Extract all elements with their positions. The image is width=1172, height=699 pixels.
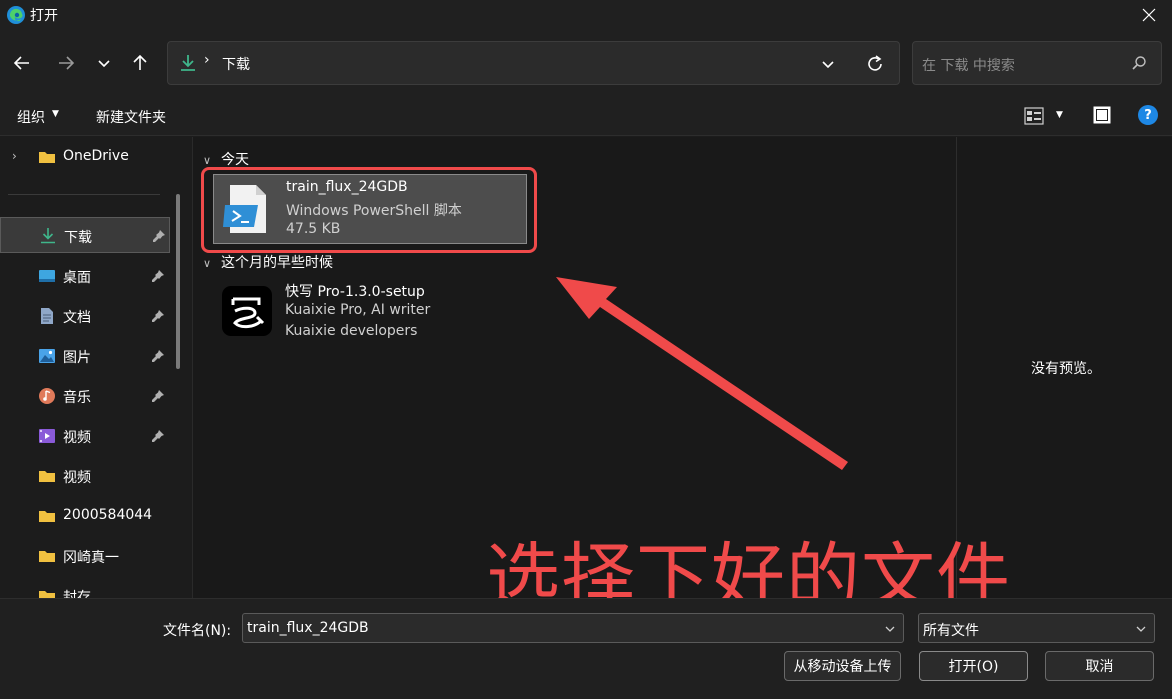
arrow-left-icon bbox=[13, 56, 29, 70]
pin-icon[interactable] bbox=[152, 229, 166, 243]
pin-icon[interactable] bbox=[151, 429, 165, 443]
file-type: Kuaixie Pro, AI writer bbox=[285, 302, 431, 318]
caret-down-icon: ▼ bbox=[52, 109, 59, 119]
chevron-down-icon[interactable] bbox=[818, 54, 838, 74]
sidebar-item-2000584044[interactable]: 2000584044 bbox=[0, 498, 170, 534]
sidebar-item-desktop[interactable]: 桌面 bbox=[0, 258, 170, 294]
breadcrumb-location[interactable]: 下载 bbox=[222, 54, 250, 74]
chevron-down-icon: ∨ bbox=[203, 154, 212, 167]
search-icon bbox=[1132, 56, 1146, 70]
filename-value: train_flux_24GDB bbox=[247, 620, 369, 636]
question-mark-icon: ? bbox=[1144, 107, 1152, 123]
view-layout-icon[interactable] bbox=[1024, 106, 1044, 126]
navigation-pane: › OneDrive 下载 桌面 文档 图片 音乐 视频 视频 20005840… bbox=[0, 137, 190, 598]
filetype-select[interactable]: 所有文件 bbox=[918, 613, 1155, 643]
download-icon bbox=[181, 55, 195, 71]
sidebar-item-archive[interactable]: 封存 bbox=[0, 578, 170, 598]
no-preview-text: 没有预览。 bbox=[1031, 361, 1101, 377]
file-publisher: Kuaixie developers bbox=[285, 323, 418, 339]
cancel-button[interactable]: 取消 bbox=[1045, 651, 1154, 681]
highlight-box bbox=[201, 167, 537, 253]
search-input[interactable]: 在 下载 中搜索 bbox=[912, 41, 1162, 85]
breadcrumb-separator-icon: › bbox=[204, 52, 210, 68]
kuaixie-app-icon bbox=[222, 286, 272, 336]
back-button[interactable] bbox=[8, 49, 36, 77]
filename-label: 文件名(N): bbox=[163, 623, 232, 639]
address-bar[interactable]: › 下载 bbox=[167, 41, 900, 85]
sidebar-item-onedrive[interactable]: › OneDrive bbox=[0, 139, 170, 175]
pin-icon[interactable] bbox=[151, 389, 165, 403]
sidebar-scrollbar[interactable] bbox=[176, 194, 180, 369]
chevron-down-icon: ∨ bbox=[203, 257, 212, 270]
sidebar-item-label: 冈崎真一 bbox=[63, 550, 119, 566]
annotation-arrow-icon bbox=[556, 277, 848, 470]
forward-button[interactable] bbox=[52, 49, 80, 77]
title-bar: 打开 bbox=[0, 0, 1172, 30]
caret-down-icon[interactable]: ▼ bbox=[1056, 110, 1063, 120]
arrow-right-icon bbox=[59, 56, 75, 70]
sidebar-item-videos-folder[interactable]: 视频 bbox=[0, 458, 170, 494]
sidebar-item-label: 桌面 bbox=[63, 270, 91, 286]
sidebar-item-label: 视频 bbox=[63, 470, 91, 486]
file-item-kuaixie-setup[interactable]: 快写 Pro-1.3.0-setup Kuaixie Pro, AI write… bbox=[213, 277, 527, 347]
sidebar-divider bbox=[8, 194, 160, 195]
group-header-earlier-this-month[interactable]: ∨ 这个月的早些时候 bbox=[203, 252, 333, 272]
folder-icon bbox=[39, 511, 55, 522]
chevron-down-icon bbox=[1136, 626, 1146, 632]
close-button[interactable] bbox=[1126, 0, 1172, 30]
sidebar-item-label: OneDrive bbox=[63, 148, 129, 164]
video-icon bbox=[39, 429, 55, 443]
upload-from-mobile-button[interactable]: 从移动设备上传 bbox=[784, 651, 901, 681]
chevron-down-icon[interactable] bbox=[883, 622, 897, 636]
sidebar-item-label: 图片 bbox=[63, 350, 91, 366]
window-title: 打开 bbox=[30, 8, 58, 24]
sidebar-item-documents[interactable]: 文档 bbox=[0, 298, 170, 334]
folder-icon bbox=[39, 152, 55, 163]
command-toolbar: 组织 ▼ 新建文件夹 ▼ ? bbox=[0, 98, 1172, 136]
recent-locations-button[interactable] bbox=[90, 49, 118, 77]
navigation-bar: › 下载 在 下载 中搜索 bbox=[0, 30, 1172, 98]
folder-icon bbox=[39, 551, 55, 562]
search-placeholder: 在 下载 中搜索 bbox=[922, 58, 1015, 74]
sidebar-item-label: 2000584044 bbox=[63, 507, 153, 523]
up-button[interactable] bbox=[126, 49, 154, 77]
music-icon bbox=[39, 388, 55, 404]
pin-icon[interactable] bbox=[151, 269, 165, 283]
sidebar-item-okazaki[interactable]: 冈崎真一 bbox=[0, 538, 170, 574]
sidebar-item-pictures[interactable]: 图片 bbox=[0, 338, 170, 374]
edge-browser-icon bbox=[7, 6, 25, 24]
sidebar-item-label: 封存 bbox=[63, 590, 91, 598]
filetype-value: 所有文件 bbox=[923, 623, 979, 639]
preview-pane-icon[interactable] bbox=[1092, 105, 1112, 125]
group-header-today[interactable]: ∨ 今天 bbox=[203, 149, 249, 169]
new-folder-button[interactable]: 新建文件夹 bbox=[96, 107, 166, 127]
sidebar-item-videos[interactable]: 视频 bbox=[0, 418, 170, 454]
desktop-icon bbox=[39, 270, 55, 282]
arrow-up-icon bbox=[133, 54, 147, 70]
folder-icon bbox=[39, 591, 55, 598]
file-name: 快写 Pro-1.3.0-setup bbox=[285, 284, 425, 300]
sidebar-item-label: 视频 bbox=[63, 430, 91, 446]
filename-input[interactable]: train_flux_24GDB bbox=[242, 613, 904, 643]
help-button[interactable]: ? bbox=[1138, 105, 1158, 125]
pin-icon[interactable] bbox=[151, 349, 165, 363]
sidebar-item-label: 文档 bbox=[63, 310, 91, 326]
pin-icon[interactable] bbox=[151, 309, 165, 323]
folder-icon bbox=[39, 471, 55, 482]
sidebar-item-label: 音乐 bbox=[63, 390, 91, 406]
sidebar-item-downloads[interactable]: 下载 bbox=[0, 217, 170, 253]
pictures-icon bbox=[39, 349, 55, 363]
open-button[interactable]: 打开(O) bbox=[919, 651, 1028, 681]
close-icon bbox=[1142, 8, 1156, 22]
download-icon bbox=[41, 228, 55, 244]
chevron-right-icon[interactable]: › bbox=[12, 149, 17, 163]
sidebar-item-label: 下载 bbox=[64, 230, 92, 246]
refresh-icon[interactable] bbox=[864, 53, 886, 75]
sidebar-item-music[interactable]: 音乐 bbox=[0, 378, 170, 414]
bottom-bar: 文件名(N): train_flux_24GDB 所有文件 从移动设备上传 打开… bbox=[0, 598, 1172, 699]
document-icon bbox=[41, 308, 53, 324]
chevron-down-icon bbox=[98, 60, 110, 68]
organize-button[interactable]: 组织 bbox=[17, 107, 45, 127]
